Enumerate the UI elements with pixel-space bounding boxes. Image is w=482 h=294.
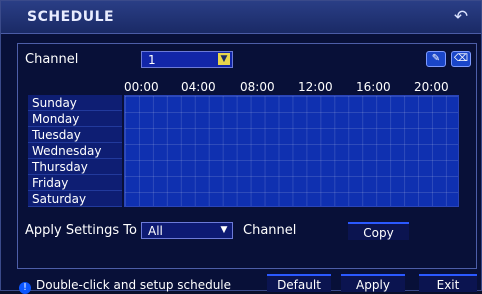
hint-text: Double-click and setup schedule (36, 278, 232, 292)
channel-value: 1 (148, 53, 156, 67)
back-icon[interactable]: ↶ (451, 7, 471, 27)
day-label: Sunday (28, 95, 122, 111)
hour-label: 08:00 (240, 80, 275, 94)
day-label: Tuesday (28, 127, 122, 143)
channel-dropdown[interactable]: 1 ▼ (141, 51, 233, 68)
hour-label: 12:00 (298, 80, 333, 94)
hour-label: 20:00 (414, 80, 449, 94)
day-label: Thursday (28, 159, 122, 175)
hour-axis: 00:00 04:00 08:00 12:00 16:00 20:00 (124, 79, 459, 95)
chevron-down-icon: ▼ (218, 224, 230, 236)
schedule-grid: 00:00 04:00 08:00 12:00 16:00 20:00 Sund… (28, 79, 459, 207)
status-hint: ! Double-click and setup schedule (19, 278, 231, 294)
day-label: Wednesday (28, 143, 122, 159)
apply-to-value: All (148, 224, 163, 238)
apply-button[interactable]: Apply (341, 274, 405, 292)
apply-to-dropdown[interactable]: All ▼ (141, 222, 233, 239)
channel-label: Channel (25, 52, 79, 67)
day-label: Saturday (28, 191, 122, 207)
hour-label: 16:00 (356, 80, 391, 94)
window-title: SCHEDULE (27, 9, 115, 25)
day-label: Friday (28, 175, 122, 191)
pencil-icon[interactable]: ✎ (426, 51, 446, 67)
eraser-icon[interactable]: ⌫ (451, 51, 471, 67)
day-label: Monday (28, 111, 122, 127)
schedule-window: SCHEDULE ↶ Channel 1 ▼ ✎ ⌫ 00:00 04:00 0… (0, 0, 482, 294)
exit-button[interactable]: Exit (419, 274, 477, 292)
apply-channel-label: Channel (243, 223, 297, 238)
chevron-down-icon: ▼ (218, 53, 230, 65)
default-button[interactable]: Default (267, 274, 331, 292)
titlebar: SCHEDULE ↶ (1, 1, 481, 34)
hour-label: 04:00 (181, 80, 216, 94)
day-axis: Sunday Monday Tuesday Wednesday Thursday… (28, 95, 122, 207)
info-icon: ! (19, 282, 31, 294)
apply-settings-label: Apply Settings To (25, 223, 137, 238)
copy-button[interactable]: Copy (348, 222, 409, 240)
schedule-cells[interactable] (124, 95, 459, 207)
hour-label: 00:00 (124, 80, 159, 94)
